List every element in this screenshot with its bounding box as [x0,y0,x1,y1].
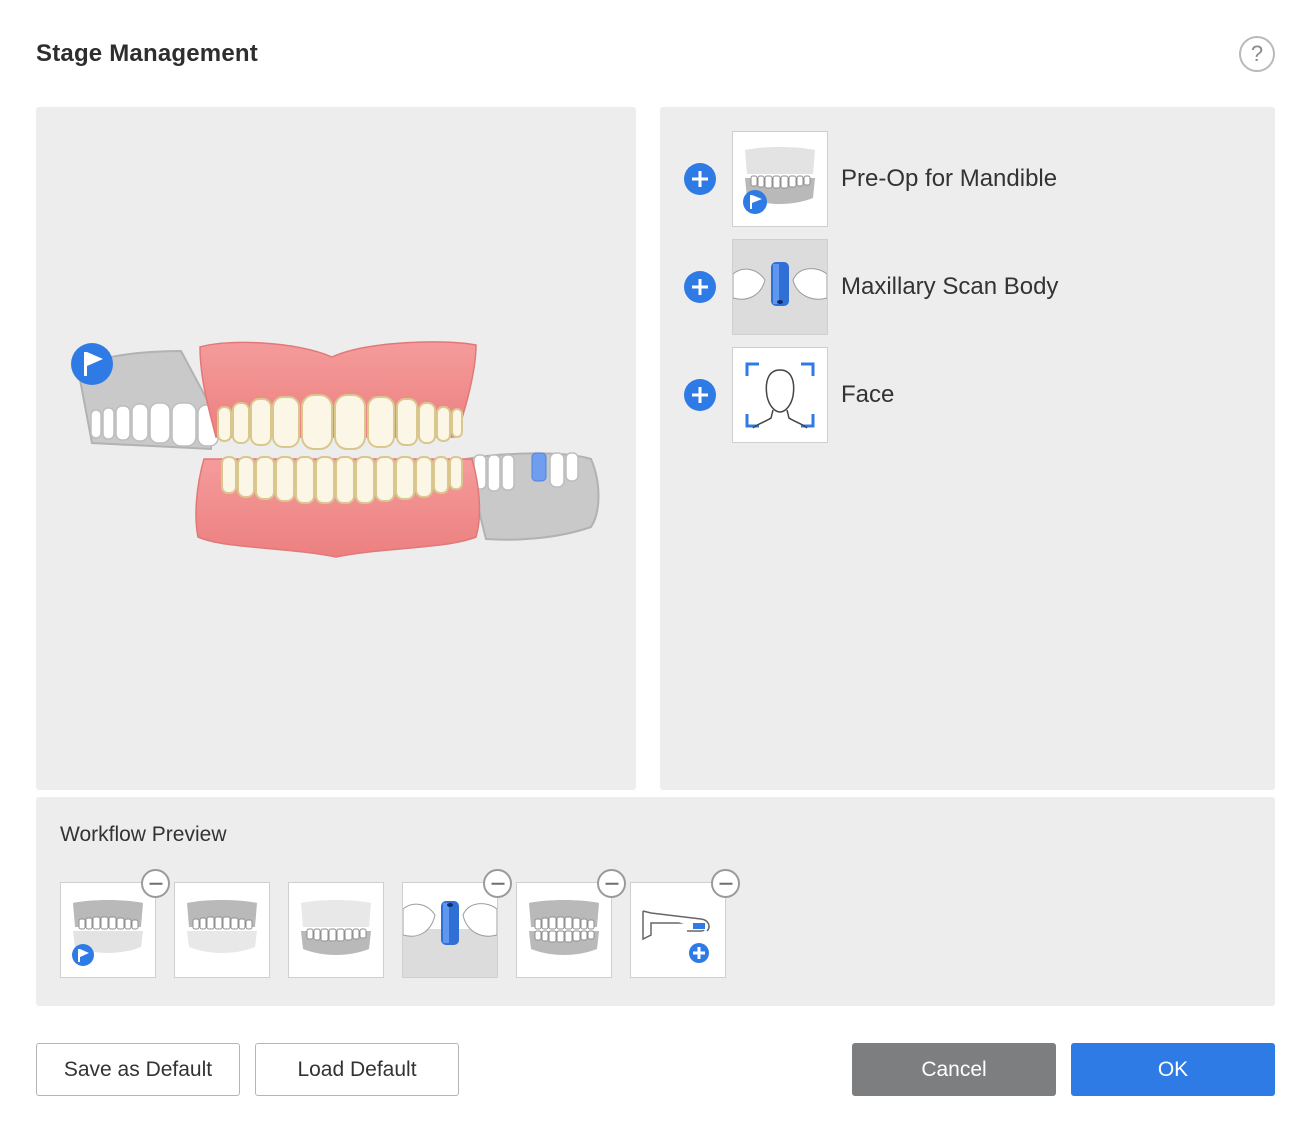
workflow-step[interactable] [288,882,384,978]
workflow-step[interactable] [630,869,740,978]
workflow-step[interactable] [174,882,270,978]
stage-3d-preview [71,341,600,558]
save-as-default-button[interactable]: Save as Default [36,1043,240,1096]
stage-preview-panel [36,107,636,790]
dialog-title: Stage Management [36,40,258,67]
load-default-button[interactable]: Load Default [255,1043,459,1096]
remove-step-button[interactable] [483,869,512,898]
workflow-step[interactable] [402,869,512,978]
occlusion-icon [529,900,599,955]
start-flag-icon [71,343,113,385]
scan-body-lower-jaw-model [464,452,600,541]
workflow-preview-title: Workflow Preview [60,823,227,846]
pre-op-upper-jaw-icon [72,900,143,966]
pre-op-mandible-icon [732,131,828,227]
scan-body-icon [403,901,497,977]
stage-option-maxillary-scan-body[interactable]: Maxillary Scan Body [684,239,1058,335]
remove-step-button[interactable] [141,869,170,898]
workflow-step[interactable] [516,869,626,978]
lower-jaw-icon [301,900,371,955]
stage-label: Face [841,381,895,408]
ok-button[interactable]: OK [1071,1043,1275,1096]
intraoral-scanner-tip-icon [642,910,710,963]
help-icon[interactable]: ? [1239,36,1275,72]
workflow-preview-panel: Workflow Preview [36,797,1275,1006]
upper-jaw-icon [187,900,257,953]
add-stage-button[interactable] [684,271,716,303]
stage-label: Pre-Op for Mandible [841,165,1058,192]
lower-jaw-model [195,456,481,558]
upper-jaw-model [199,341,477,450]
remove-step-button[interactable] [597,869,626,898]
face-scan-icon [732,347,828,443]
stage-option-pre-op-mandible[interactable]: Pre-Op for Mandible [684,131,1057,227]
workflow-step[interactable] [60,869,170,978]
add-stage-button[interactable] [684,379,716,411]
scan-body-icon [732,239,828,335]
remove-step-button[interactable] [711,869,740,898]
stage-label: Maxillary Scan Body [841,273,1059,300]
available-stages-panel: Pre-Op for Mandible Maxillary Scan Body [660,107,1275,790]
add-stage-button[interactable] [684,163,716,195]
cancel-button[interactable]: Cancel [852,1043,1056,1096]
stage-option-face[interactable]: Face [684,347,894,443]
